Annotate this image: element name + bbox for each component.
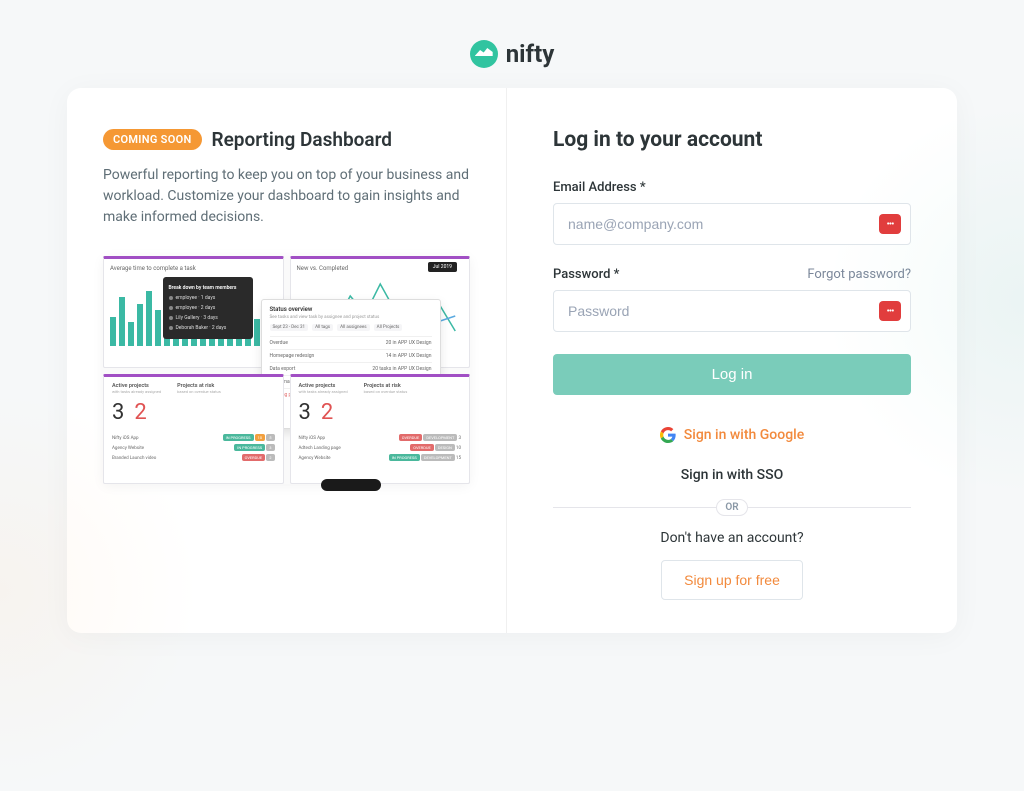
promo-description: Powerful reporting to keep you on top of… xyxy=(103,165,470,228)
preview-line-chart: New vs. Completed Jul 2019 Status overvi… xyxy=(290,256,471,368)
dark-toolbar xyxy=(321,479,381,491)
dashboard-preview-image: Average time to complete a task Break xyxy=(103,256,470,484)
signup-button[interactable]: Sign up for free xyxy=(661,560,803,600)
login-panel: Log in to your account Email Address * •… xyxy=(507,88,957,633)
password-manager-icon[interactable]: ••• xyxy=(879,301,901,321)
login-title: Log in to your account xyxy=(553,128,911,152)
chart-tooltip: Break down by team members employee · 1 … xyxy=(163,277,253,339)
divider-text: OR xyxy=(716,499,747,516)
password-manager-icon[interactable]: ••• xyxy=(879,214,901,234)
password-field[interactable] xyxy=(553,290,911,332)
email-label: Email Address * xyxy=(553,180,911,195)
promo-title: Reporting Dashboard xyxy=(212,128,392,151)
password-label: Password * xyxy=(553,267,619,282)
email-field[interactable] xyxy=(553,203,911,245)
date-badge: Jul 2019 xyxy=(428,262,457,272)
brand-logo: nifty xyxy=(0,0,1024,68)
nifty-icon xyxy=(470,40,498,68)
stat-card-left: Active projects with tasks already assig… xyxy=(103,374,284,484)
google-signin-button[interactable]: Sign in with Google xyxy=(553,419,911,451)
stat-card-right: Active projects with tasks already assig… xyxy=(290,374,471,484)
password-label-row: Password * Forgot password? xyxy=(553,267,911,282)
divider: OR xyxy=(553,499,911,516)
sso-signin-button[interactable]: Sign in with SSO xyxy=(553,459,911,491)
brand-name: nifty xyxy=(506,40,555,68)
coming-soon-badge: COMING SOON xyxy=(103,129,202,150)
preview-bar-chart: Average time to complete a task Break xyxy=(103,256,284,368)
forgot-password-link[interactable]: Forgot password? xyxy=(807,267,911,282)
login-button[interactable]: Log in xyxy=(553,354,911,395)
promo-panel: COMING SOON Reporting Dashboard Powerful… xyxy=(67,88,507,633)
auth-card: COMING SOON Reporting Dashboard Powerful… xyxy=(67,88,957,633)
no-account-text: Don't have an account? xyxy=(553,530,911,546)
promo-heading-row: COMING SOON Reporting Dashboard xyxy=(103,128,470,151)
google-icon xyxy=(660,427,676,443)
